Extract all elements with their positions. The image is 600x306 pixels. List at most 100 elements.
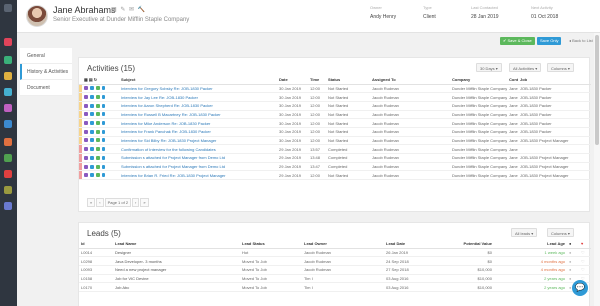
col-lead-value[interactable]: Potential Value [452,240,494,249]
search-icon[interactable] [4,202,12,210]
lead-row[interactable]: L0158 Job for VIC Devine Moved To Job Tim I… [79,274,591,284]
complete-icon[interactable] [96,138,100,143]
arrow-icon[interactable] [102,121,105,126]
calendar-icon[interactable] [4,72,12,80]
complete-icon[interactable] [96,164,100,169]
arrow-icon[interactable] [102,138,105,143]
arrow-icon[interactable] [102,147,105,152]
col-lead-name[interactable]: Lead Name [113,240,240,249]
complete-icon[interactable] [96,147,100,152]
activity-row[interactable]: Interview for Brian R. Fried Re: JOB-183… [79,170,591,181]
back-to-list-button[interactable]: ◂ Back to List [566,37,596,45]
arrow-icon[interactable] [102,155,105,160]
activity-row[interactable]: Interview for Sid Bilby Re: JOB-1830 Pro… [79,136,591,146]
complete-icon[interactable] [96,103,100,108]
activity-subject[interactable]: Submission s attached for Project Manage… [119,153,277,163]
activity-row[interactable]: Confirmation of Interview for the follow… [79,144,591,154]
days-dropdown[interactable]: 30 Days ▾ [476,63,502,72]
activity-subject[interactable]: Interview for Brian R. Fried Re: JOB-183… [119,170,277,181]
view-icon[interactable]: ● [567,256,579,266]
activity-row[interactable]: Interview for Gregory Sobsky Re: JOB-183… [79,84,591,94]
col-time[interactable]: Time [308,76,326,85]
col-subject[interactable]: Subject [119,76,277,85]
contacts-icon[interactable] [4,56,12,64]
activity-subject[interactable]: Interview for Russell B Macartney Re: JO… [119,110,277,120]
save-close-button[interactable]: ✔ Save & Close [500,37,535,45]
complete-icon[interactable] [96,129,100,134]
edit-icon[interactable] [90,112,94,117]
companies-icon[interactable] [4,120,12,128]
arrow-icon[interactable] [102,129,105,134]
complete-icon[interactable] [96,155,100,160]
lead-name[interactable]: Job Abc [113,282,240,292]
arrow-icon[interactable] [102,95,105,100]
lead-name[interactable]: Java Developer- 3 months [113,256,240,266]
activity-row-icons[interactable] [82,92,119,102]
activity-row[interactable]: Submission s attached for Project Manage… [79,153,591,163]
activity-row-icons[interactable] [82,84,119,94]
view-icon[interactable]: ● [567,248,579,258]
favorite-icon[interactable]: ♡ [579,265,591,275]
edit-icon[interactable] [90,86,94,91]
lead-row[interactable]: L0093 Need a new project manager Moved To … [79,265,591,275]
complete-icon[interactable] [96,95,100,100]
activity-row-icons[interactable] [82,162,119,172]
activity-subject[interactable]: Confirmation of Interview for the follow… [119,144,277,154]
activity-row[interactable]: Interview for Aaron Shepherd Re: JOB-183… [79,101,591,111]
chat-bubble-icon[interactable]: 💬 [572,280,588,296]
edit-icon[interactable] [90,95,94,100]
activity-subject[interactable]: Interview for Sid Bilby Re: JOB-1830 Pro… [119,136,277,146]
scrollbar-thumb[interactable] [595,35,599,145]
activity-subject[interactable]: Interview for Jay Lee Re: JOB-1830 Packe… [119,92,277,102]
arrow-icon[interactable] [102,112,105,117]
col-status[interactable]: Status [326,76,370,85]
col-date[interactable]: Date [277,76,308,85]
columns-dropdown[interactable]: Columns ▾ [547,63,574,72]
first-page-button[interactable]: « [87,198,96,207]
lead-row[interactable]: L0170 Job Abc Moved To Job Tim I 03 Aug 2016… [79,282,591,292]
activity-subject[interactable]: Interview for Frank Panchak Re: JOB-1830… [119,127,277,137]
edit-icon[interactable] [90,121,94,126]
activity-subject[interactable]: Interview for Mike Anderson Re: JOB-1830… [119,118,277,128]
leads-filter-dropdown[interactable]: All leads ▾ [511,228,538,237]
complete-icon[interactable] [96,173,100,178]
activity-row-icons[interactable] [82,153,119,163]
header-tools-icon[interactable]: ▦ ✎ ✉ 🔨 [111,6,146,13]
tab-documents[interactable]: Document [20,80,72,96]
arrow-icon[interactable] [102,173,105,178]
col-assigned[interactable]: Assigned To [370,76,450,85]
arrow-icon[interactable] [102,86,105,91]
col-lead-date[interactable]: Lead Date [384,240,452,249]
activity-row-icons[interactable] [82,101,119,111]
jobs-icon[interactable] [4,88,12,96]
leads-icon[interactable] [4,138,12,146]
arrow-icon[interactable] [102,103,105,108]
tab-general[interactable]: General [20,48,72,64]
menu-icon[interactable] [4,4,12,12]
activity-row-icons[interactable] [82,170,119,181]
edit-icon[interactable] [90,173,94,178]
col-company[interactable]: Company [450,76,507,85]
page-scrollbar[interactable] [594,33,600,306]
activity-row[interactable]: Interview for Mike Anderson Re: JOB-1830… [79,118,591,128]
dashboard-icon[interactable] [4,38,12,46]
leads-columns-dropdown[interactable]: Columns ▾ [547,228,574,237]
activity-row-icons[interactable] [82,127,119,137]
last-page-button[interactable]: » [140,198,149,207]
lead-name[interactable]: Need a new project manager [113,265,240,275]
activity-row[interactable]: Interview for Frank Panchak Re: JOB-1830… [79,127,591,137]
activity-row[interactable]: Submission s attached for Project Manage… [79,162,591,172]
favorite-icon[interactable]: ♡ [579,256,591,266]
activity-row-icons[interactable] [82,136,119,146]
activity-row-icons[interactable] [82,144,119,154]
activity-row[interactable]: Interview for Russell B Macartney Re: JO… [79,110,591,120]
candidates-icon[interactable] [4,104,12,112]
col-job[interactable]: Job [518,76,591,85]
save-only-button[interactable]: Save Only [537,37,562,45]
favorite-icon[interactable]: ♡ [579,248,591,258]
lead-name[interactable]: Job for VIC Devine [113,274,240,284]
edit-icon[interactable] [90,147,94,152]
col-lead-status[interactable]: Lead Status [240,240,302,249]
edit-icon[interactable] [90,138,94,143]
activity-filter-dropdown[interactable]: All Activities ▾ [509,63,542,72]
